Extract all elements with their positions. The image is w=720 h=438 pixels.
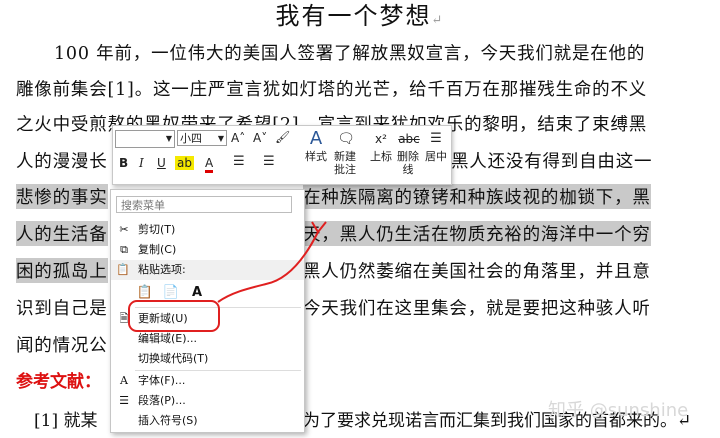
annotation-arrow [217, 221, 327, 303]
